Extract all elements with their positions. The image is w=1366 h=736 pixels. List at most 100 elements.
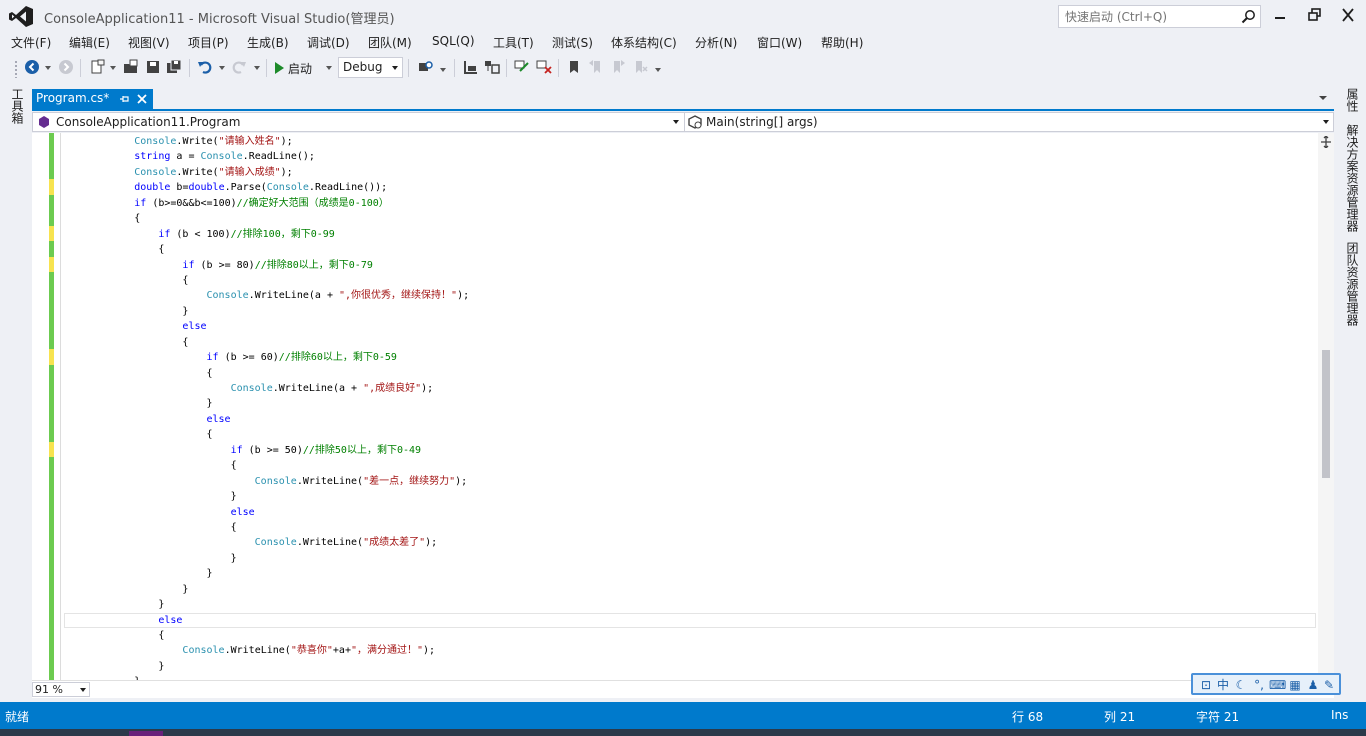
ime-settings-icon[interactable]: ✎ xyxy=(1321,677,1337,693)
code-line[interactable]: { xyxy=(62,366,1316,381)
redo-icon[interactable] xyxy=(231,59,247,75)
code-line[interactable]: } xyxy=(62,489,1316,504)
code-line[interactable]: Console.WriteLine(a + ",你很优秀，继续保持！"); xyxy=(62,288,1316,303)
solution-explorer-tab[interactable]: 解决方案资源管理器 xyxy=(1344,124,1361,232)
restore-icon[interactable] xyxy=(1307,8,1323,22)
close-tab-icon[interactable] xyxy=(136,93,148,105)
code-line[interactable]: Console.WriteLine(a + ",成绩良好"); xyxy=(62,381,1316,396)
toolbar-options-icon[interactable] xyxy=(440,68,446,72)
menu-debug[interactable]: 调试(D) xyxy=(307,34,350,51)
menu-build[interactable]: 生成(B) xyxy=(247,34,289,51)
menu-tools[interactable]: 工具(T) xyxy=(493,34,534,51)
code-line[interactable]: } xyxy=(62,566,1316,581)
quick-launch-box[interactable] xyxy=(1058,5,1261,28)
code-line[interactable]: else xyxy=(62,412,1316,427)
menu-team[interactable]: 团队(M) xyxy=(368,34,412,51)
menu-analyze[interactable]: 分析(N) xyxy=(695,34,737,51)
ime-moon-icon[interactable]: ☾ xyxy=(1233,677,1249,693)
next-bookmark-icon[interactable] xyxy=(610,59,626,75)
members-dropdown[interactable]: Main(string[] args) xyxy=(684,113,1333,131)
code-line[interactable]: } xyxy=(62,396,1316,411)
menu-test[interactable]: 测试(S) xyxy=(552,34,593,51)
taskbar-visual-studio-button[interactable] xyxy=(129,731,163,736)
code-text[interactable]: Console.Write("请输入姓名"); string a = Conso… xyxy=(62,134,1316,680)
menu-architecture[interactable]: 体系结构(C) xyxy=(611,34,677,51)
code-line[interactable]: Console.Write("请输入成绩"); xyxy=(62,165,1316,180)
find-in-files-icon[interactable] xyxy=(418,59,434,75)
ime-mode-toggle[interactable]: 中 xyxy=(1215,677,1231,693)
bookmark-icon[interactable] xyxy=(566,59,582,75)
uncomment-icon[interactable] xyxy=(536,59,552,75)
save-icon[interactable] xyxy=(145,59,161,75)
code-line[interactable]: else xyxy=(62,505,1316,520)
open-file-icon[interactable] xyxy=(123,59,139,75)
code-line[interactable]: if (b >= 80)//排除80以上，剩下0-79 xyxy=(62,258,1316,273)
previous-bookmark-icon[interactable] xyxy=(588,59,604,75)
code-line[interactable]: { xyxy=(62,520,1316,535)
split-window-icon[interactable] xyxy=(1321,136,1331,148)
clear-bookmarks-icon[interactable] xyxy=(632,59,648,75)
scrollbar-thumb[interactable] xyxy=(1322,350,1330,478)
code-editor[interactable]: Console.Write("请输入姓名"); string a = Conso… xyxy=(32,133,1334,680)
pin-icon[interactable] xyxy=(118,93,130,105)
menu-project[interactable]: 项目(P) xyxy=(188,34,229,51)
toolbar-options-icon[interactable] xyxy=(655,68,661,72)
toolbar-grip[interactable] xyxy=(14,60,18,78)
undo-dropdown-icon[interactable] xyxy=(219,66,225,70)
ime-skin-icon[interactable]: ▦ xyxy=(1287,677,1303,693)
menu-help[interactable]: 帮助(H) xyxy=(821,34,863,51)
tab-overflow-icon[interactable] xyxy=(1318,93,1328,103)
code-line[interactable]: if (b >= 50)//排除50以上，剩下0-49 xyxy=(62,443,1316,458)
ime-punctuation-icon[interactable]: °, xyxy=(1251,677,1267,693)
code-line[interactable]: Console.Write("请输入姓名"); xyxy=(62,134,1316,149)
vertical-scrollbar[interactable] xyxy=(1318,133,1334,680)
save-all-icon[interactable] xyxy=(166,59,182,75)
solution-explorer-icon[interactable] xyxy=(463,59,479,75)
ime-logo-icon[interactable]: ⊡ xyxy=(1198,677,1214,693)
code-line[interactable]: { xyxy=(62,211,1316,226)
back-dropdown-icon[interactable] xyxy=(45,66,51,70)
menu-sql[interactable]: SQL(Q) xyxy=(432,34,475,48)
menu-view[interactable]: 视图(V) xyxy=(128,34,170,51)
code-line[interactable]: Console.WriteLine("差一点，继续努力"); xyxy=(62,474,1316,489)
class-view-icon[interactable] xyxy=(484,59,500,75)
navigate-forward-icon[interactable] xyxy=(58,59,74,75)
tab-program-cs[interactable]: Program.cs* xyxy=(32,89,153,109)
code-line[interactable]: { xyxy=(62,273,1316,288)
redo-dropdown-icon[interactable] xyxy=(254,66,260,70)
code-line[interactable]: if (b < 100)//排除100，剩下0-99 xyxy=(62,227,1316,242)
menu-edit[interactable]: 编辑(E) xyxy=(69,34,110,51)
start-debugging-button[interactable]: 启动 xyxy=(275,58,312,78)
new-project-dropdown-icon[interactable] xyxy=(110,66,116,70)
code-line[interactable]: } xyxy=(62,659,1316,674)
team-explorer-tab[interactable]: 团队资源管理器 xyxy=(1344,242,1361,326)
ime-keyboard-icon[interactable]: ⌨ xyxy=(1269,677,1286,693)
code-line[interactable]: } xyxy=(62,597,1316,612)
menu-file[interactable]: 文件(F) xyxy=(11,34,51,51)
close-window-icon[interactable] xyxy=(1340,8,1356,22)
search-icon[interactable] xyxy=(1241,9,1256,24)
code-line[interactable]: } xyxy=(62,304,1316,319)
new-project-icon[interactable] xyxy=(89,59,105,75)
solution-configuration-select[interactable]: Debug xyxy=(338,57,403,78)
ime-user-icon[interactable]: ♟ xyxy=(1305,677,1321,693)
code-line[interactable]: if (b>=0&&b<=100)//确定好大范围（成绩是0-100） xyxy=(62,196,1316,211)
code-line[interactable]: } xyxy=(62,551,1316,566)
code-line[interactable]: { xyxy=(62,628,1316,643)
menu-window[interactable]: 窗口(W) xyxy=(757,34,802,51)
toolbox-tab[interactable]: 工具箱 xyxy=(9,88,26,124)
code-line[interactable]: if (b >= 60)//排除60以上，剩下0-59 xyxy=(62,350,1316,365)
code-line[interactable]: string a = Console.ReadLine(); xyxy=(62,149,1316,164)
zoom-select[interactable]: 91 % xyxy=(32,682,90,697)
code-line[interactable]: { xyxy=(62,427,1316,442)
start-dropdown-icon[interactable] xyxy=(326,66,332,70)
properties-tab[interactable]: 属性 xyxy=(1344,88,1361,112)
code-line[interactable]: else xyxy=(62,613,1316,628)
comment-icon[interactable] xyxy=(514,59,530,75)
types-dropdown[interactable]: ConsoleApplication11.Program xyxy=(33,113,683,131)
code-line[interactable]: { xyxy=(62,458,1316,473)
code-line[interactable]: double b=double.Parse(Console.ReadLine()… xyxy=(62,180,1316,195)
navigate-back-icon[interactable] xyxy=(24,59,40,75)
undo-icon[interactable] xyxy=(197,59,213,75)
code-line[interactable]: Console.WriteLine("恭喜你"+a+"，满分通过！"); xyxy=(62,643,1316,658)
